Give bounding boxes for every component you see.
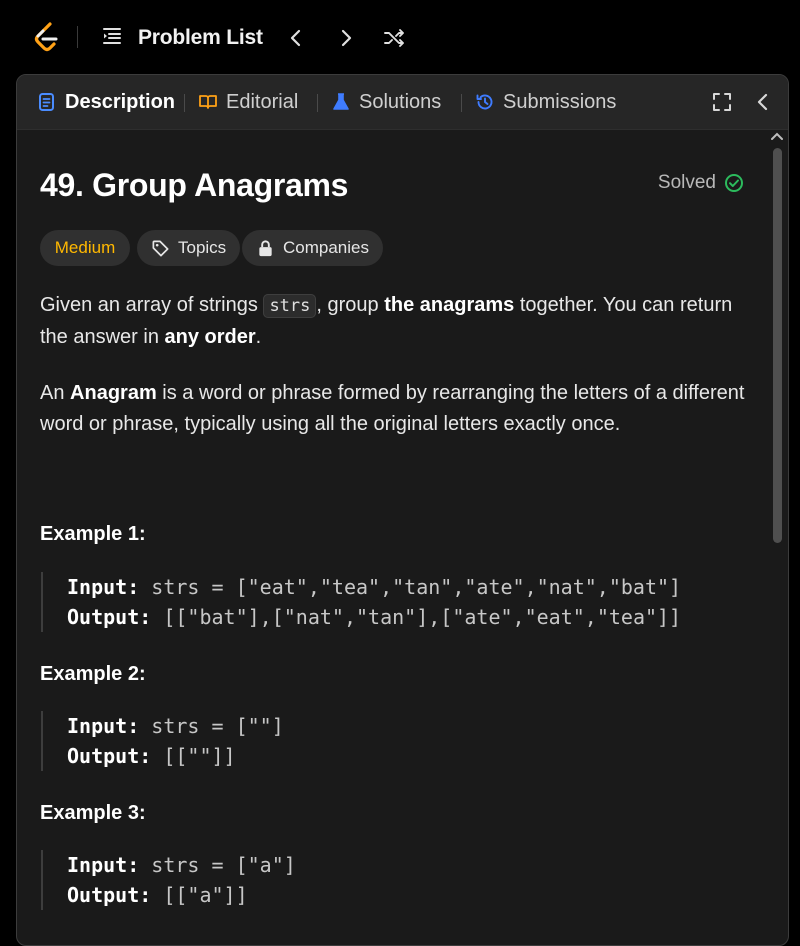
tab-submissions[interactable]: Submissions bbox=[475, 88, 616, 116]
solved-status: Solved bbox=[658, 172, 744, 194]
topics-label: Topics bbox=[178, 238, 227, 257]
output-value: [["bat"],["nat","tan"],["ate","eat","tea… bbox=[151, 605, 682, 629]
input-key: Input: bbox=[67, 714, 140, 738]
tab-description-label: Description bbox=[65, 90, 176, 113]
text: . bbox=[255, 326, 262, 348]
tab-submissions-label: Submissions bbox=[503, 90, 617, 113]
example-3-block: Input: strs = ["a"] Output: [["a"]] bbox=[41, 850, 767, 910]
tab-editorial[interactable]: Editorial bbox=[198, 88, 298, 116]
text: Given an array of strings bbox=[40, 294, 264, 316]
example-3-title: Example 3: bbox=[40, 802, 146, 824]
fullscreen-icon bbox=[713, 93, 731, 111]
example-1-title: Example 1: bbox=[40, 523, 146, 545]
text: , group bbox=[316, 294, 385, 316]
chevron-left-icon bbox=[757, 93, 768, 111]
output-value: [[""]] bbox=[151, 744, 236, 768]
tab-editorial-label: Editorial bbox=[226, 90, 299, 113]
companies-label: Companies bbox=[283, 238, 369, 257]
collapse-panel-button[interactable] bbox=[750, 89, 776, 115]
problem-list-label: Problem List bbox=[138, 26, 263, 49]
input-key: Input: bbox=[67, 575, 140, 599]
example-output: Output: [["bat"],["nat","tan"],["ate","e… bbox=[67, 602, 767, 632]
problem-description-content: 49. Group Anagrams Solved Medium Topics … bbox=[17, 130, 788, 945]
book-icon bbox=[199, 95, 217, 109]
example-output: Output: [["a"]] bbox=[67, 880, 767, 910]
maximize-panel-button[interactable] bbox=[709, 89, 735, 115]
problem-list-icon bbox=[100, 24, 124, 53]
chevron-right-icon bbox=[341, 29, 352, 47]
previous-problem-button[interactable] bbox=[281, 22, 311, 54]
bold-text: the anagrams bbox=[384, 294, 515, 316]
topbar-divider bbox=[77, 26, 78, 48]
output-key: Output: bbox=[67, 605, 152, 629]
problem-list-button[interactable]: Problem List bbox=[100, 24, 263, 52]
chevron-left-icon bbox=[290, 29, 301, 47]
tag-icon bbox=[152, 240, 169, 256]
output-value: [["a"]] bbox=[151, 883, 248, 907]
problem-panel: Description Editorial Solutions Submissi… bbox=[16, 74, 789, 946]
scrollbar-thumb[interactable] bbox=[773, 148, 782, 543]
tab-solutions-label: Solutions bbox=[359, 90, 442, 113]
tab-separator bbox=[317, 94, 318, 112]
next-problem-button[interactable] bbox=[331, 22, 361, 54]
topics-button[interactable]: Topics bbox=[137, 230, 241, 266]
example-input: Input: strs = [""] bbox=[67, 711, 767, 741]
solved-label: Solved bbox=[657, 172, 716, 193]
tab-separator bbox=[184, 94, 185, 112]
example-2-title: Example 2: bbox=[40, 663, 146, 685]
example-input: Input: strs = ["eat","tea","tan","ate","… bbox=[67, 572, 767, 602]
input-value: strs = ["eat","tea","tan","ate","nat","b… bbox=[139, 575, 682, 599]
top-nav-bar: Problem List bbox=[0, 0, 800, 74]
example-2-block: Input: strs = [""] Output: [[""]] bbox=[41, 711, 767, 771]
input-value: strs = ["a"] bbox=[139, 853, 296, 877]
output-key: Output: bbox=[67, 883, 152, 907]
scroll-up-arrow-icon[interactable] bbox=[771, 131, 783, 141]
example-output: Output: [[""]] bbox=[67, 741, 767, 771]
problem-title: 49. Group Anagrams bbox=[40, 167, 349, 203]
input-key: Input: bbox=[67, 853, 140, 877]
leetcode-logo-icon[interactable] bbox=[30, 20, 64, 54]
input-value: strs = [""] bbox=[139, 714, 284, 738]
companies-button[interactable]: Companies bbox=[242, 230, 383, 266]
description-icon bbox=[39, 93, 54, 111]
tab-solutions[interactable]: Solutions bbox=[331, 88, 441, 116]
example-1-block: Input: strs = ["eat","tea","tan","ate","… bbox=[41, 572, 767, 632]
inline-code: strs bbox=[263, 294, 317, 318]
difficulty-badge: Medium bbox=[40, 230, 130, 266]
example-input: Input: strs = ["a"] bbox=[67, 850, 767, 880]
history-icon bbox=[476, 94, 493, 110]
bold-text: Anagram bbox=[70, 382, 157, 404]
text: An bbox=[40, 382, 71, 404]
description-paragraph-2: An Anagram is a word or phrase formed by… bbox=[40, 378, 750, 440]
difficulty-label: Medium bbox=[54, 238, 116, 257]
flask-icon bbox=[333, 93, 349, 110]
shuffle-icon bbox=[384, 29, 404, 47]
bold-text: any order bbox=[164, 326, 256, 348]
description-paragraph-1: Given an array of strings strs, group th… bbox=[40, 290, 750, 353]
panel-tab-bar: Description Editorial Solutions Submissi… bbox=[17, 75, 788, 130]
tab-description[interactable]: Description bbox=[37, 88, 175, 116]
random-problem-button[interactable] bbox=[379, 22, 409, 54]
output-key: Output: bbox=[67, 744, 152, 768]
check-circle-icon bbox=[725, 174, 743, 192]
tab-separator bbox=[461, 94, 462, 112]
lock-icon bbox=[259, 240, 272, 256]
